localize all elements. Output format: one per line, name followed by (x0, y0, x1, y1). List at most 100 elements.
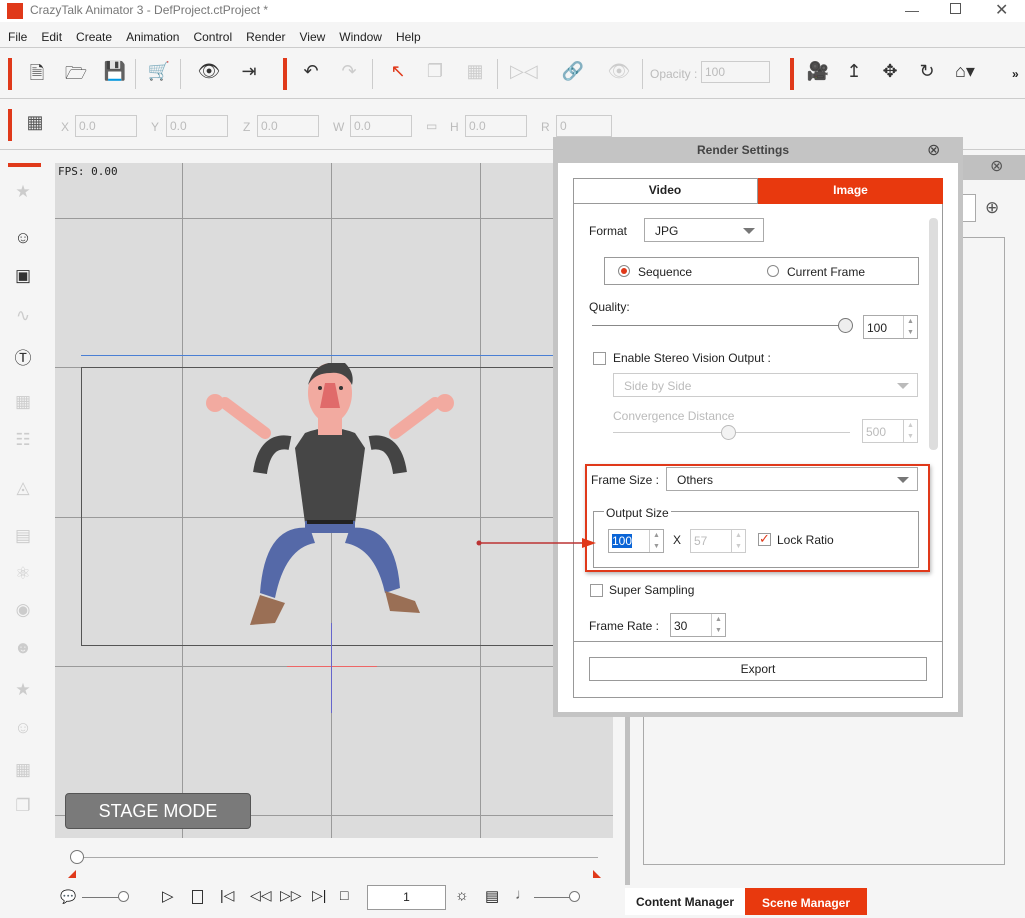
super-sampling-checkbox[interactable] (590, 584, 603, 597)
sprite-icon[interactable]: ▦ (10, 392, 36, 412)
stop-icon[interactable] (192, 890, 203, 904)
puppet-icon[interactable]: ★ (10, 680, 36, 700)
rewind-icon[interactable]: ◁◁ (250, 887, 272, 904)
convergence-field[interactable]: 500 ▲ ▼ (862, 419, 918, 443)
music-note-icon[interactable]: ♩ (515, 886, 530, 903)
fast-forward-icon[interactable]: ▷▷ (280, 887, 302, 904)
transform-grid-icon[interactable]: ▦ (10, 760, 36, 780)
shop-cart-icon[interactable]: 🛒 (146, 61, 172, 82)
menu-render[interactable]: Render (238, 26, 291, 44)
close-button[interactable]: ✕ (995, 0, 1008, 20)
menu-control[interactable]: Control (185, 26, 238, 44)
actor-icon[interactable]: ★ (10, 182, 36, 202)
3d-icon[interactable]: ◬ (10, 478, 36, 498)
width-field[interactable]: 100 ▲ ▼ (608, 529, 664, 553)
audio-icon[interactable]: ∿ (10, 306, 36, 326)
timeline-slider[interactable] (78, 857, 598, 858)
home-icon[interactable]: ⌂▾ (952, 61, 978, 82)
paint-icon[interactable]: ▦ (462, 61, 488, 82)
maximize-button[interactable] (950, 3, 961, 14)
face-cam-icon[interactable]: ◉ (10, 600, 36, 620)
dialog-close-icon[interactable]: ⊗ (927, 140, 940, 160)
minimize-button[interactable]: — (905, 2, 919, 18)
more-button[interactable]: » (1012, 67, 1019, 81)
character-actor[interactable] (205, 363, 455, 648)
move-icon[interactable]: ✥ (877, 61, 903, 82)
rotate-icon[interactable]: ↻ (914, 61, 940, 82)
y-field[interactable]: 0.0 (166, 115, 228, 137)
height-field[interactable]: 57 ▲ ▼ (690, 529, 746, 553)
dialog-scrollbar[interactable] (929, 218, 938, 450)
frame-rate-field[interactable]: 30 ▲ ▼ (670, 613, 726, 637)
last-frame-icon[interactable]: ▷| (312, 887, 326, 904)
menu-view[interactable]: View (291, 26, 331, 44)
duplicate-icon[interactable]: ❐ (422, 61, 448, 82)
audio-slider[interactable] (534, 897, 574, 898)
menu-animation[interactable]: Animation (118, 26, 185, 44)
flip-icon[interactable]: ▷◁ (510, 61, 538, 82)
range-end-marker[interactable] (593, 870, 601, 878)
deform-icon[interactable]: ▤ (10, 526, 36, 546)
format-dropdown[interactable]: JPG (644, 218, 764, 242)
select-arrow-icon[interactable]: ↖ (385, 61, 411, 82)
save-icon[interactable]: 💾 (102, 61, 128, 82)
text-icon[interactable]: Ⓣ (10, 344, 36, 369)
opacity-field[interactable]: 100 (701, 61, 770, 83)
lock-ratio-checkbox[interactable]: ✓ (758, 532, 771, 546)
r-field[interactable]: 0 (556, 115, 612, 137)
link-ratio-icon[interactable]: ▭ (426, 119, 437, 133)
open-folder-icon[interactable]: 🗁 (63, 61, 89, 91)
loop-icon[interactable]: □ (340, 887, 348, 903)
timeline-handle[interactable] (70, 850, 84, 864)
visibility-icon[interactable]: 👁 (606, 61, 632, 82)
move-up-icon[interactable]: ↥ (841, 61, 867, 82)
head-icon[interactable]: ☺ (10, 718, 36, 738)
tab-image[interactable]: Image (758, 178, 943, 204)
stereo-checkbox[interactable] (593, 352, 606, 365)
first-frame-icon[interactable]: |◁ (220, 887, 234, 904)
expand-circle-icon[interactable]: ⊕ (985, 198, 999, 218)
panel-close-icon[interactable]: ⊗ (990, 156, 1003, 176)
export-button[interactable]: Export (589, 657, 927, 681)
subtitle-icon[interactable]: 💬 (60, 889, 76, 905)
z-field[interactable]: 0.0 (257, 115, 319, 137)
stereo-mode-dropdown[interactable]: Side by Side (613, 373, 918, 397)
range-start-marker[interactable] (68, 870, 76, 878)
new-file-icon[interactable]: 🗎 (24, 61, 50, 91)
audio-handle[interactable] (569, 891, 580, 902)
tab-video[interactable]: Video (573, 178, 758, 204)
stage-viewport[interactable]: FPS: 0.00 STAGE MODE (55, 163, 613, 838)
convergence-handle[interactable] (721, 425, 736, 440)
layers-icon[interactable]: ❐ (10, 796, 36, 816)
timeline-panel-icon[interactable]: ▤ (485, 887, 499, 905)
camera-icon[interactable]: 🎥 (805, 61, 831, 82)
w-field[interactable]: 0.0 (350, 115, 412, 137)
media-icon[interactable]: ▣ (10, 266, 36, 286)
sequence-radio[interactable] (618, 265, 630, 277)
h-field[interactable]: 0.0 (465, 115, 527, 137)
menu-file[interactable]: File (0, 26, 33, 44)
bone-icon[interactable]: ☷ (10, 430, 36, 450)
current-frame-radio[interactable] (767, 265, 779, 277)
play-icon[interactable]: ▷ (162, 887, 174, 905)
tab-scene-manager[interactable]: Scene Manager (745, 888, 867, 915)
quality-slider[interactable] (592, 325, 847, 326)
face-icon[interactable]: ☻ (10, 638, 36, 658)
quality-handle[interactable] (838, 318, 853, 333)
export-icon[interactable]: ⇥ (236, 61, 262, 82)
link-icon[interactable]: 🔗 (560, 61, 586, 82)
brightness-icon[interactable]: ☼ (455, 887, 469, 904)
volume-slider[interactable] (82, 897, 122, 898)
frame-size-dropdown[interactable]: Others (666, 467, 918, 491)
menu-create[interactable]: Create (68, 26, 118, 44)
menu-help[interactable]: Help (388, 26, 427, 44)
menu-edit[interactable]: Edit (33, 26, 68, 44)
motion-icon[interactable]: ⚛ (10, 564, 36, 584)
animate-actor-icon[interactable]: ☺ (10, 228, 36, 248)
quality-field[interactable]: 100 ▲ ▼ (863, 315, 918, 339)
x-field[interactable]: 0.0 (75, 115, 137, 137)
preview-icon[interactable]: 👁 (196, 61, 222, 82)
frame-field[interactable]: 1 (367, 885, 446, 910)
volume-handle[interactable] (118, 891, 129, 902)
tab-content-manager[interactable]: Content Manager (625, 888, 745, 915)
